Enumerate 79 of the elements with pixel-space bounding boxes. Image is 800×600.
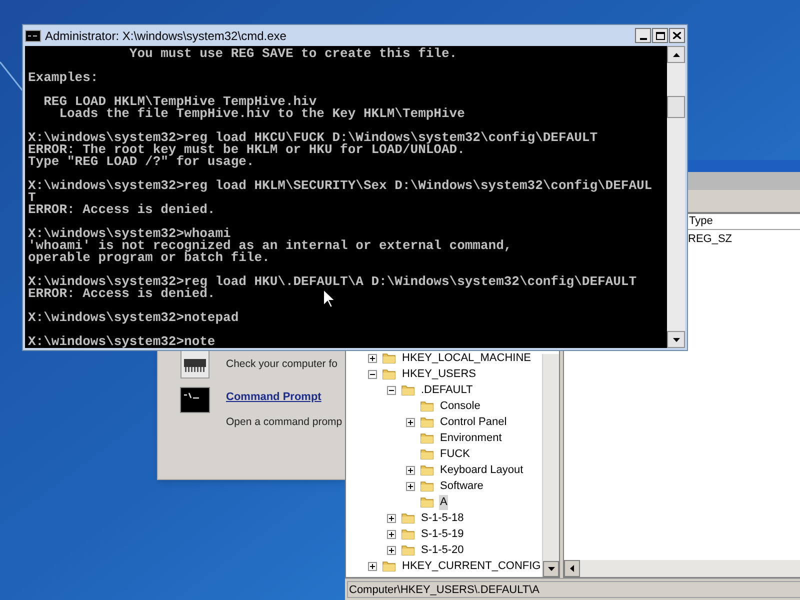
tree-item[interactable]: Console (439, 398, 482, 414)
close-button[interactable] (669, 28, 685, 43)
expand-icon[interactable] (406, 482, 415, 490)
minimize-icon[interactable] (640, 38, 646, 40)
console-line: REG LOAD HKLM\TempHive TempHive.hiv (42, 96, 317, 108)
down-arrow-icon[interactable] (548, 567, 554, 571)
expand-icon[interactable] (387, 530, 396, 538)
window-title: Administrator: X:\windows\system32\cmd.exe (45, 28, 286, 44)
left-arrow-icon[interactable] (570, 565, 574, 572)
folder-icon (420, 431, 434, 445)
expand-icon[interactable] (368, 562, 377, 570)
folder-icon (420, 479, 434, 493)
expand-icon[interactable] (387, 514, 396, 522)
console-icon (25, 30, 41, 42)
folder-icon (420, 463, 434, 477)
vertical-scrollbar[interactable] (667, 46, 685, 348)
status-bar: Computer\HKEY_USERS\.DEFAULT\A (347, 581, 800, 598)
down-arrow-icon[interactable] (672, 338, 680, 342)
close-icon[interactable] (673, 32, 681, 39)
tree-item[interactable]: Keyboard Layout (439, 462, 524, 478)
console-line: Type "REG LOAD /?" for usage. (28, 156, 254, 168)
tree-item[interactable]: .DEFAULT (420, 382, 474, 398)
tree-item[interactable]: Control Panel (439, 414, 508, 430)
folder-icon (401, 527, 415, 541)
console-line: ERROR: Access is denied. (28, 204, 216, 216)
vertical-scrollbar[interactable] (542, 354, 559, 577)
expand-icon[interactable] (387, 546, 396, 554)
maximize-icon[interactable] (656, 32, 664, 40)
folder-icon (401, 543, 415, 557)
tree-item[interactable]: FUCK (439, 446, 471, 462)
expand-icon[interactable] (406, 466, 415, 474)
console-line: Examples: (28, 72, 98, 84)
expand-icon[interactable] (368, 354, 377, 362)
folder-icon (382, 559, 396, 573)
folder-icon (382, 351, 396, 365)
console-line: Loads the file TempHive.hiv to the Key HKLM\TempHive (58, 108, 465, 120)
maximize-button[interactable] (652, 28, 668, 43)
tree-item[interactable]: Environment (439, 430, 503, 446)
folder-icon (420, 415, 434, 429)
up-arrow-icon[interactable] (672, 52, 680, 56)
memory-chip-icon (180, 349, 210, 379)
scrollbar-thumb[interactable] (667, 96, 685, 118)
folder-icon (420, 495, 434, 509)
mouse-pointer-icon (323, 289, 335, 308)
folder-icon (401, 511, 415, 525)
folder-icon (420, 399, 434, 413)
console-line: T (28, 192, 36, 204)
folder-icon (401, 383, 415, 397)
console-line: X:\windows\system32>notepad (28, 312, 239, 324)
folder-icon (420, 447, 434, 461)
console-line: ERROR: The root key must be HKLM or HKU for LOAD/UNLOAD. (28, 144, 465, 156)
tree-item[interactable]: A (439, 494, 448, 510)
tree-item[interactable]: S-1-5-19 (420, 526, 465, 542)
command-prompt-icon (180, 387, 210, 413)
tree-item[interactable]: HKEY_USERS (401, 366, 477, 382)
tree-item[interactable]: S-1-5-20 (420, 542, 465, 558)
console-line: You must use REG SAVE to create this file. (128, 48, 458, 60)
tree-item[interactable]: HKEY_CURRENT_CONFIG (401, 558, 542, 574)
tree-item[interactable]: S-1-5-18 (420, 510, 465, 526)
expand-icon[interactable] (406, 418, 415, 426)
collapse-icon[interactable] (387, 386, 396, 394)
console-line: X:\windows\system32>reg load HKU\.DEFAULT\A D:\Windows\system32\config\DEFAULT (28, 276, 636, 288)
console-line: X:\windows\system32>reg load HKLM\SECURITY\Sex D:\Windows\system32\config\DEFAUL (28, 180, 652, 192)
collapse-icon[interactable] (368, 370, 377, 378)
horizontal-scrollbar[interactable] (564, 560, 800, 577)
console-line: 'whoami' is not recognized as an internal or external command, (28, 240, 512, 252)
command-prompt-link[interactable]: Command Prompt (226, 389, 322, 406)
console-line: X:\windows\system32>whoami (28, 228, 231, 240)
table-cell-text: REG_SZ (688, 232, 732, 247)
option-description: Open a command promp (226, 414, 342, 430)
minimize-button[interactable] (635, 28, 651, 43)
console-line: ERROR: Access is denied. (28, 288, 216, 300)
console-line: operable program or batch file. (28, 252, 270, 264)
tree-item[interactable]: HKEY_LOCAL_MACHINE (401, 350, 532, 366)
tree-item[interactable]: Software (439, 478, 484, 494)
option-description: Check your computer fo (226, 357, 338, 372)
folder-icon (382, 367, 396, 381)
console-line: X:\windows\system32>reg load HKCU\FUCK D:\Windows\system32\config\DEFAULT (28, 132, 598, 144)
console-line: X:\windows\system32>note (28, 336, 216, 348)
